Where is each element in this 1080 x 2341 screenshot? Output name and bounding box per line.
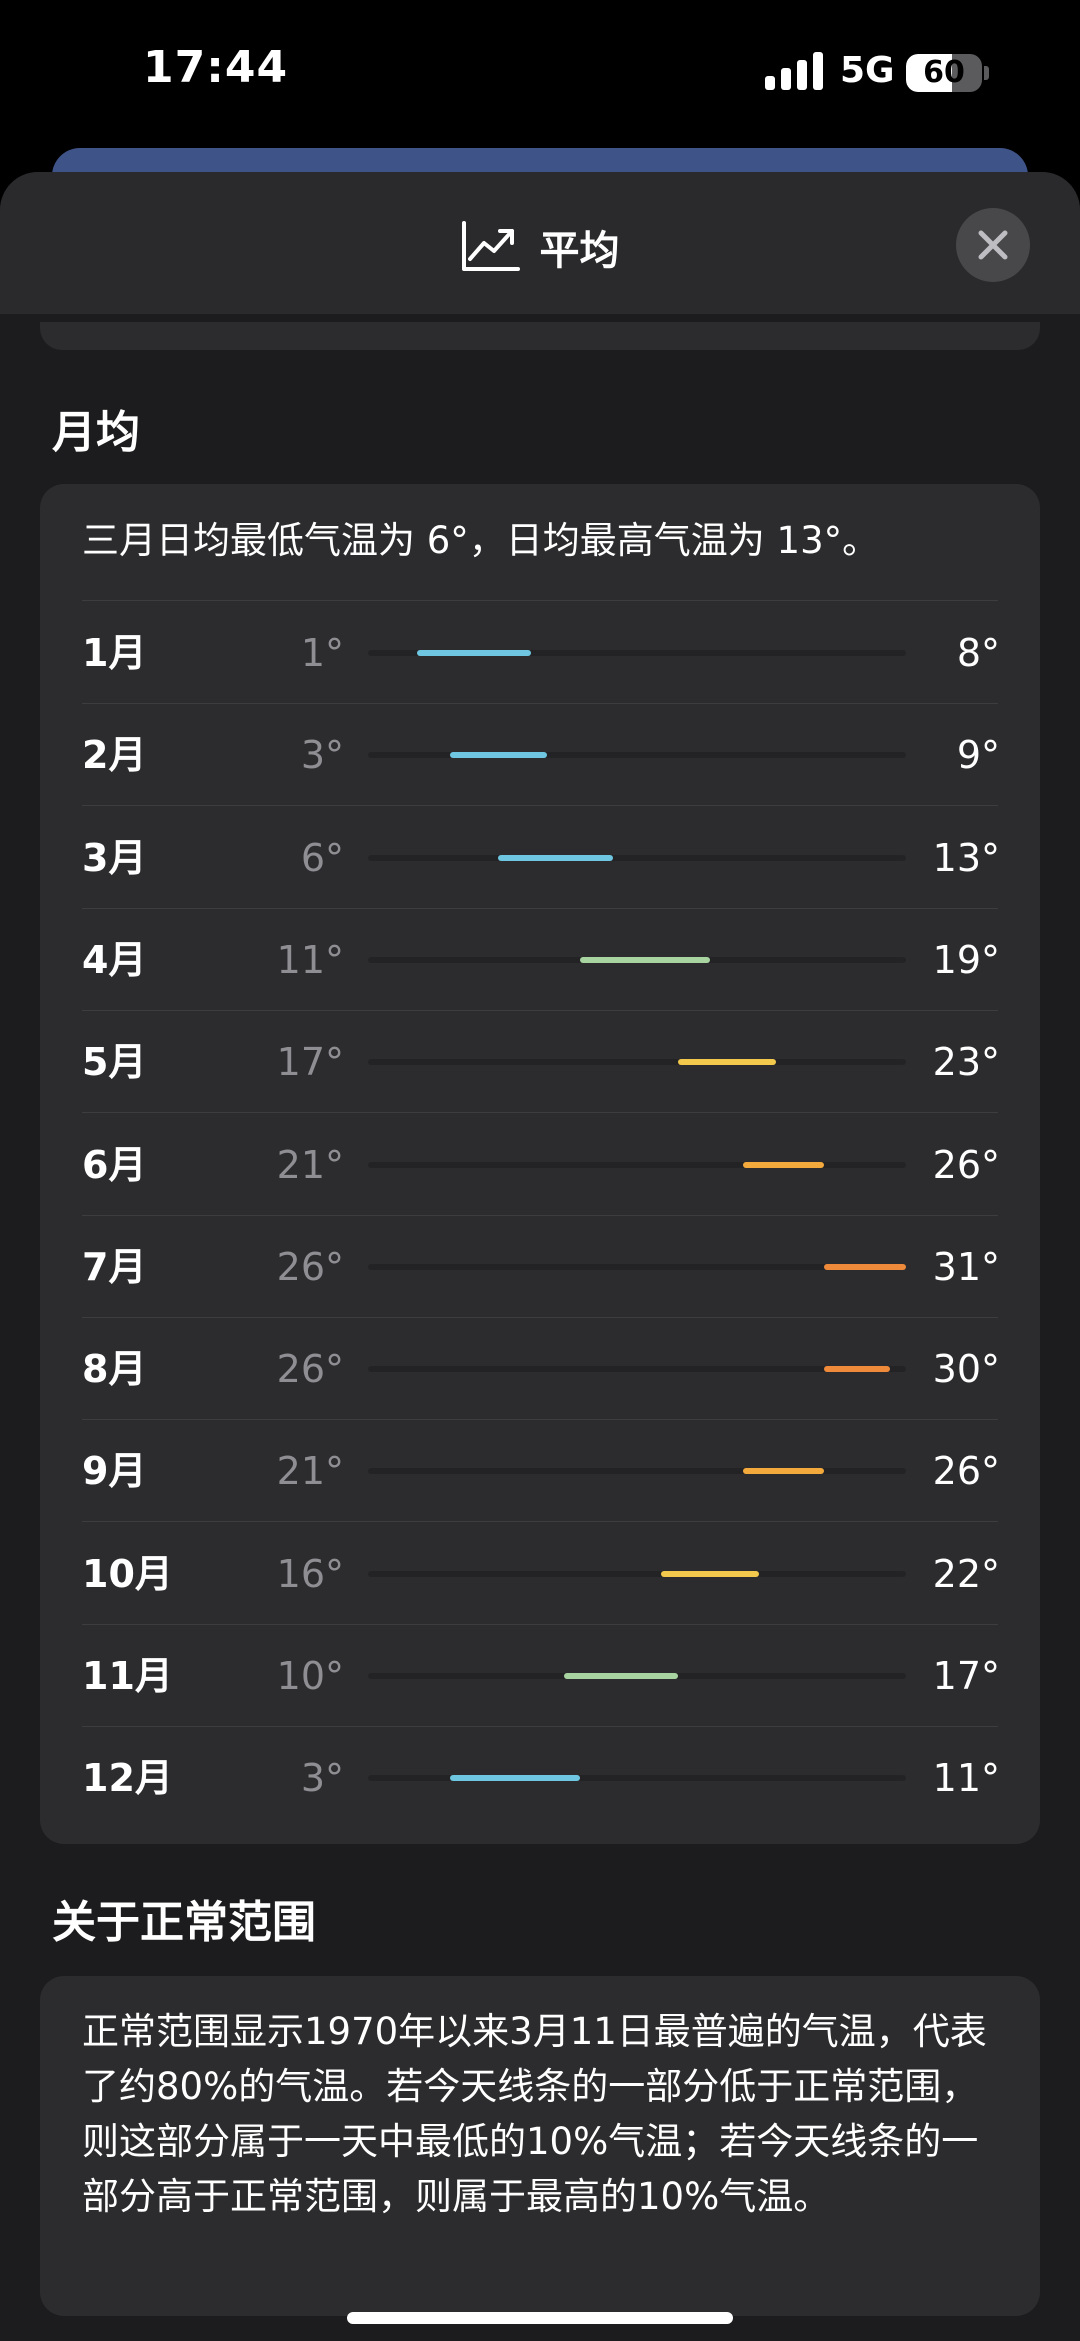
temp-range-track [368, 752, 906, 759]
previous-card-edge [40, 322, 1040, 350]
low-temp: 1° [300, 631, 344, 675]
home-indicator[interactable] [347, 2312, 733, 2324]
month-row: 10月 16° 22° [40, 1523, 1040, 1625]
month-label: 8月 [82, 1347, 147, 1392]
month-row: 4月 11° 19° [40, 909, 1040, 1011]
temp-range-bar [677, 1059, 776, 1066]
low-temp: 3° [300, 733, 344, 778]
temp-range-track [368, 1775, 906, 1782]
temp-range-bar [498, 854, 613, 861]
temp-range-bar [579, 956, 711, 963]
month-row: 1月 1° 8° [40, 602, 1040, 704]
high-temp: 8° [956, 631, 1000, 675]
month-row: 9月 21° 26° [40, 1420, 1040, 1523]
high-temp: 13° [932, 835, 1000, 880]
temp-range-track [368, 1673, 906, 1679]
month-row: 5月 17° 23° [40, 1011, 1040, 1114]
month-row: 2月 3° 9° [40, 704, 1040, 807]
cellular-signal-icon [765, 52, 823, 90]
temp-range-bar [449, 752, 548, 759]
divider [82, 600, 998, 601]
month-label: 2月 [82, 733, 147, 778]
month-label: 9月 [82, 1449, 147, 1494]
high-temp: 26° [932, 1449, 1000, 1494]
month-label: 10月 [82, 1551, 173, 1596]
high-temp: 17° [932, 1654, 1000, 1698]
high-temp: 22° [932, 1551, 1000, 1596]
month-row: 12月 3° 11° [40, 1727, 1040, 1829]
temp-range-bar [742, 1468, 825, 1475]
high-temp: 19° [932, 937, 1000, 982]
monthly-averages-card: 三月日均最低气温为 6°，日均最高气温为 13°。 1月 1° 8° 2月 3° 9° 3月… [40, 484, 1040, 1844]
month-label: 12月 [82, 1756, 173, 1801]
sheet-title: 平均 [539, 228, 620, 274]
network-type: 5G [840, 50, 895, 91]
low-temp: 6° [300, 835, 344, 880]
low-temp: 26° [276, 1244, 344, 1289]
temp-range-track [368, 854, 906, 861]
monthly-summary: 三月日均最低气温为 6°，日均最高气温为 13°。 [82, 519, 880, 562]
month-row: 11月 10° 17° [40, 1625, 1040, 1727]
close-button[interactable] [956, 208, 1030, 282]
high-temp: 11° [932, 1756, 1000, 1801]
about-heading: 关于正常范围 [52, 1897, 316, 1948]
about-card: 正常范围显示1970年以来3月11日最普遍的气温，代表了约80%的气温。若今天线… [40, 1976, 1040, 2316]
low-temp: 17° [276, 1040, 344, 1085]
battery-percent: 60 [923, 55, 965, 90]
high-temp: 9° [956, 733, 1000, 778]
temp-range-bar [449, 1775, 580, 1782]
high-temp: 31° [932, 1244, 1000, 1289]
close-icon [978, 230, 1008, 260]
low-temp: 16° [276, 1551, 344, 1596]
month-label: 7月 [82, 1244, 147, 1289]
temp-range-bar [824, 1366, 890, 1373]
temp-range-bar [416, 650, 532, 656]
temp-range-track [368, 1468, 906, 1475]
temp-range-track [368, 1263, 906, 1270]
temp-range-bar [661, 1570, 760, 1577]
month-label: 11月 [82, 1654, 173, 1698]
temp-range-track [368, 1161, 906, 1168]
sheet-header: 平均 [0, 172, 1080, 314]
temp-range-track [368, 1059, 906, 1066]
status-bar: 17:44 5G 60 [0, 0, 1080, 150]
chart-line-up-icon [462, 221, 521, 271]
low-temp: 10° [276, 1654, 344, 1698]
low-temp: 3° [300, 1756, 344, 1801]
averages-sheet: 平均 月均 三月日均最低气温为 6°，日均最高气温为 13°。 1月 1° 8° 2月… [0, 172, 1080, 2341]
high-temp: 23° [932, 1040, 1000, 1085]
month-label: 4月 [82, 937, 147, 982]
low-temp: 21° [276, 1142, 344, 1187]
high-temp: 30° [932, 1347, 1000, 1392]
temp-range-track [368, 1570, 906, 1577]
battery-icon: 60 [906, 54, 982, 92]
temp-range-bar [563, 1673, 678, 1679]
month-label: 1月 [82, 631, 147, 675]
high-temp: 26° [932, 1142, 1000, 1187]
temp-range-track [368, 956, 906, 963]
low-temp: 11° [276, 937, 344, 982]
battery-tip [984, 66, 989, 80]
status-time: 17:44 [143, 42, 289, 93]
temp-range-bar [824, 1263, 906, 1270]
temp-range-bar [742, 1161, 825, 1168]
month-row: 8月 26° 30° [40, 1318, 1040, 1421]
low-temp: 26° [276, 1347, 344, 1392]
about-text: 正常范围显示1970年以来3月11日最普遍的气温，代表了约80%的气温。若今天线… [82, 2010, 987, 2218]
month-label: 5月 [82, 1040, 147, 1085]
month-row: 7月 26° 31° [40, 1216, 1040, 1318]
month-label: 3月 [82, 835, 147, 880]
monthly-heading: 月均 [52, 407, 140, 458]
month-row: 6月 21° 26° [40, 1114, 1040, 1216]
temp-range-track [368, 650, 906, 656]
low-temp: 21° [276, 1449, 344, 1494]
temp-range-track [368, 1366, 906, 1373]
month-row: 3月 6° 13° [40, 807, 1040, 909]
month-label: 6月 [82, 1142, 147, 1187]
